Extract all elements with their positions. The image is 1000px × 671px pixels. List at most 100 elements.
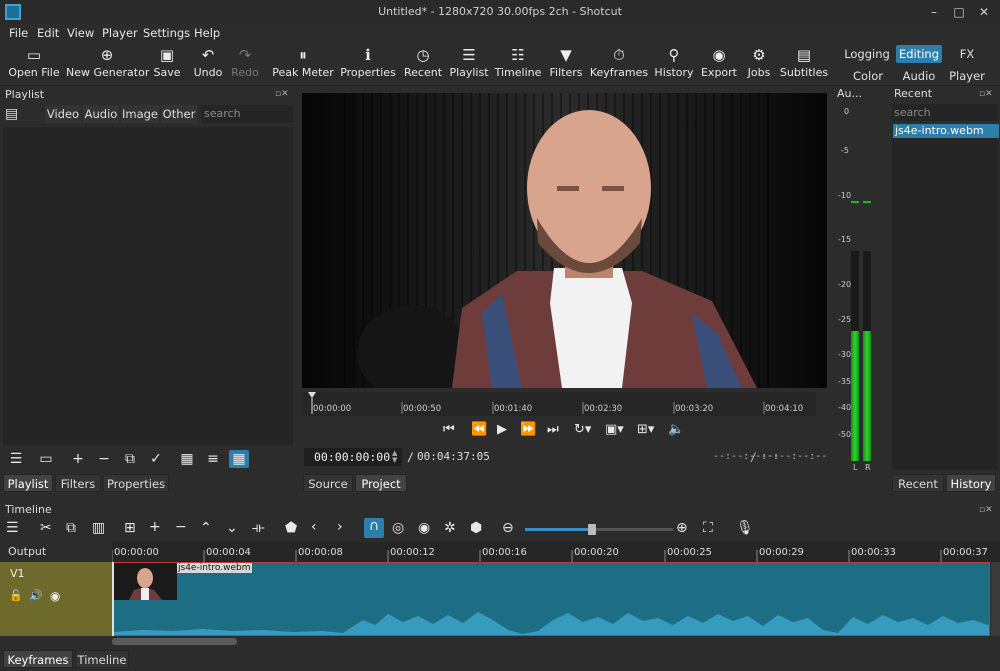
timecode-spinner-icon[interactable]: ▲ ▼	[392, 450, 400, 464]
playlist-search-input[interactable]: search	[201, 105, 293, 123]
mute-icon[interactable]: 🔊	[29, 589, 43, 602]
tab-recent[interactable]: Recent	[892, 474, 944, 492]
tab-source[interactable]: Source	[303, 474, 353, 492]
update-icon[interactable]: ⧉	[120, 450, 140, 468]
layout-color[interactable]: Color	[846, 67, 890, 85]
tab-filters[interactable]: Filters	[55, 474, 101, 492]
scrub-eye-icon[interactable]: ◎	[392, 520, 404, 536]
rewind-icon[interactable]: ⏪	[471, 422, 487, 437]
remove-icon[interactable]: −	[175, 519, 187, 535]
cut-icon[interactable]: ✂	[40, 520, 52, 536]
recent-search-input[interactable]: search	[892, 104, 998, 121]
menu-player[interactable]: Player	[102, 25, 138, 41]
peak-meter-button[interactable]: ⏸ Peak Meter	[272, 44, 334, 84]
menu-settings[interactable]: Settings	[143, 25, 190, 41]
keyframes-button[interactable]: ⏱ Keyframes	[589, 44, 649, 84]
filter-image-button[interactable]: Image	[121, 105, 159, 123]
icon-view-icon[interactable]: ▦	[229, 450, 249, 468]
playlist-menu-button[interactable]: ☰	[6, 450, 26, 468]
marker-icon[interactable]: ⬟	[285, 520, 297, 536]
zoom-fit-icon[interactable]: ▣▾	[605, 422, 624, 437]
properties-button[interactable]: ℹ Properties	[340, 44, 396, 84]
zoom-out-icon[interactable]: ⊖	[502, 520, 514, 536]
timeline-vertical-scrollbar[interactable]	[991, 562, 1000, 636]
grid-icon[interactable]: ⊞▾	[637, 422, 654, 437]
minimize-icon[interactable]: –	[925, 3, 943, 21]
timeline-ruler[interactable]: 00:00:00 00:00:04 00:00:08 00:00:12 00:0…	[112, 542, 1000, 562]
playlist-button[interactable]: ☰ Playlist	[448, 44, 490, 84]
remove-icon[interactable]: −	[94, 450, 114, 468]
zoom-slider-handle[interactable]	[587, 524, 596, 535]
tab-history[interactable]: History	[946, 474, 996, 492]
layout-player[interactable]: Player	[947, 67, 987, 85]
tab-project[interactable]: Project	[355, 474, 407, 492]
recent-button[interactable]: ◷ Recent	[402, 44, 444, 84]
play-icon[interactable]: ▶	[497, 422, 507, 437]
append-icon[interactable]: ⊞	[124, 520, 136, 536]
checkmark-icon[interactable]: ✓	[146, 450, 166, 468]
filter-audio-button[interactable]: Audio	[83, 105, 119, 123]
tab-keyframes[interactable]: Keyframes	[3, 650, 73, 668]
timeline-menu-icon[interactable]: ☰	[6, 520, 19, 536]
skip-next-icon[interactable]: ⏭	[547, 422, 559, 437]
ripple-all-icon[interactable]: ✲	[444, 520, 456, 536]
layout-audio[interactable]: Audio	[898, 67, 940, 85]
zoom-fit-icon[interactable]: ⛶	[703, 520, 713, 536]
undo-button[interactable]: ↶ Undo	[192, 44, 224, 84]
menu-edit[interactable]: Edit	[37, 25, 59, 41]
tab-timeline[interactable]: Timeline	[75, 650, 129, 668]
export-button[interactable]: ◉ Export	[700, 44, 738, 84]
menu-view[interactable]: View	[67, 25, 94, 41]
tab-playlist[interactable]: Playlist	[3, 474, 53, 492]
open-file-button[interactable]: ▭ Open File	[6, 44, 62, 84]
timeline-horizontal-scrollbar[interactable]	[112, 638, 237, 645]
paste-icon[interactable]: ▥	[92, 520, 105, 536]
loop-icon[interactable]: ↻▾	[574, 422, 591, 437]
layout-logging[interactable]: Logging	[843, 45, 891, 63]
maximize-icon[interactable]: □	[950, 3, 968, 21]
previous-marker-icon[interactable]: ‹	[311, 519, 317, 535]
subtitles-button[interactable]: ▤ Subtitles	[779, 44, 829, 84]
current-time-field[interactable]: 00:00:00:00	[304, 448, 402, 466]
lock-icon[interactable]: 🔓	[9, 589, 23, 602]
history-button[interactable]: ⚲ History	[653, 44, 695, 84]
dock-float-close-icon[interactable]: ▫✕	[275, 89, 289, 99]
zoom-slider[interactable]	[525, 524, 673, 535]
player-time-ruler[interactable]: 00:00:00 00:00:50 00:01:40 00:02:30 00:0…	[302, 392, 816, 416]
lift-icon[interactable]: ⌃	[200, 520, 212, 536]
zoom-in-icon[interactable]: ⊕	[676, 520, 688, 536]
dock-float-close-icon[interactable]: ▫✕	[979, 89, 993, 99]
next-marker-icon[interactable]: ›	[337, 519, 343, 535]
jobs-button[interactable]: ⚙ Jobs	[744, 44, 774, 84]
timeline-playhead[interactable]	[112, 562, 114, 636]
close-icon[interactable]: ✕	[975, 3, 993, 21]
filter-video-button[interactable]: Video	[45, 105, 81, 123]
details-view-icon[interactable]: ▦	[177, 450, 197, 468]
timeline-button[interactable]: ☷ Timeline	[494, 44, 542, 84]
save-button[interactable]: ▣ Save	[150, 44, 184, 84]
track-header-v1[interactable]: V1 🔓 🔊 ◉	[0, 562, 112, 636]
menu-file[interactable]: File	[9, 25, 28, 41]
eye-icon[interactable]: ◉	[50, 589, 60, 603]
skip-previous-icon[interactable]: ⏮	[443, 422, 455, 437]
menu-help[interactable]: Help	[194, 25, 220, 41]
record-audio-icon[interactable]: 🎙	[736, 520, 754, 536]
fast-forward-icon[interactable]: ⏩	[520, 422, 536, 437]
copy-icon[interactable]: ⧉	[66, 520, 76, 536]
layout-editing[interactable]: Editing	[896, 45, 942, 63]
video-viewer[interactable]	[302, 93, 827, 388]
snap-magnet-icon[interactable]: ∩	[364, 518, 384, 538]
add-icon[interactable]: +	[149, 519, 161, 535]
split-icon[interactable]: ⟛	[252, 520, 265, 536]
new-generator-button[interactable]: ⊕ New Generator	[66, 44, 149, 84]
layout-fx[interactable]: FX	[950, 45, 984, 63]
playlist-list[interactable]	[3, 127, 293, 445]
playlist-menu-icon[interactable]: ▤	[5, 105, 25, 123]
overwrite-icon[interactable]: ⌄	[226, 520, 238, 536]
ripple-markers-icon[interactable]: ⬢	[470, 520, 482, 536]
dock-float-close-icon[interactable]: ▫✕	[979, 505, 993, 515]
list-view-icon[interactable]: ≡	[203, 450, 223, 468]
timeline-clip[interactable]: js4e-intro.webm	[112, 562, 990, 636]
ripple-icon[interactable]: ◉	[418, 520, 430, 536]
recent-item[interactable]: js4e-intro.webm	[893, 124, 999, 138]
